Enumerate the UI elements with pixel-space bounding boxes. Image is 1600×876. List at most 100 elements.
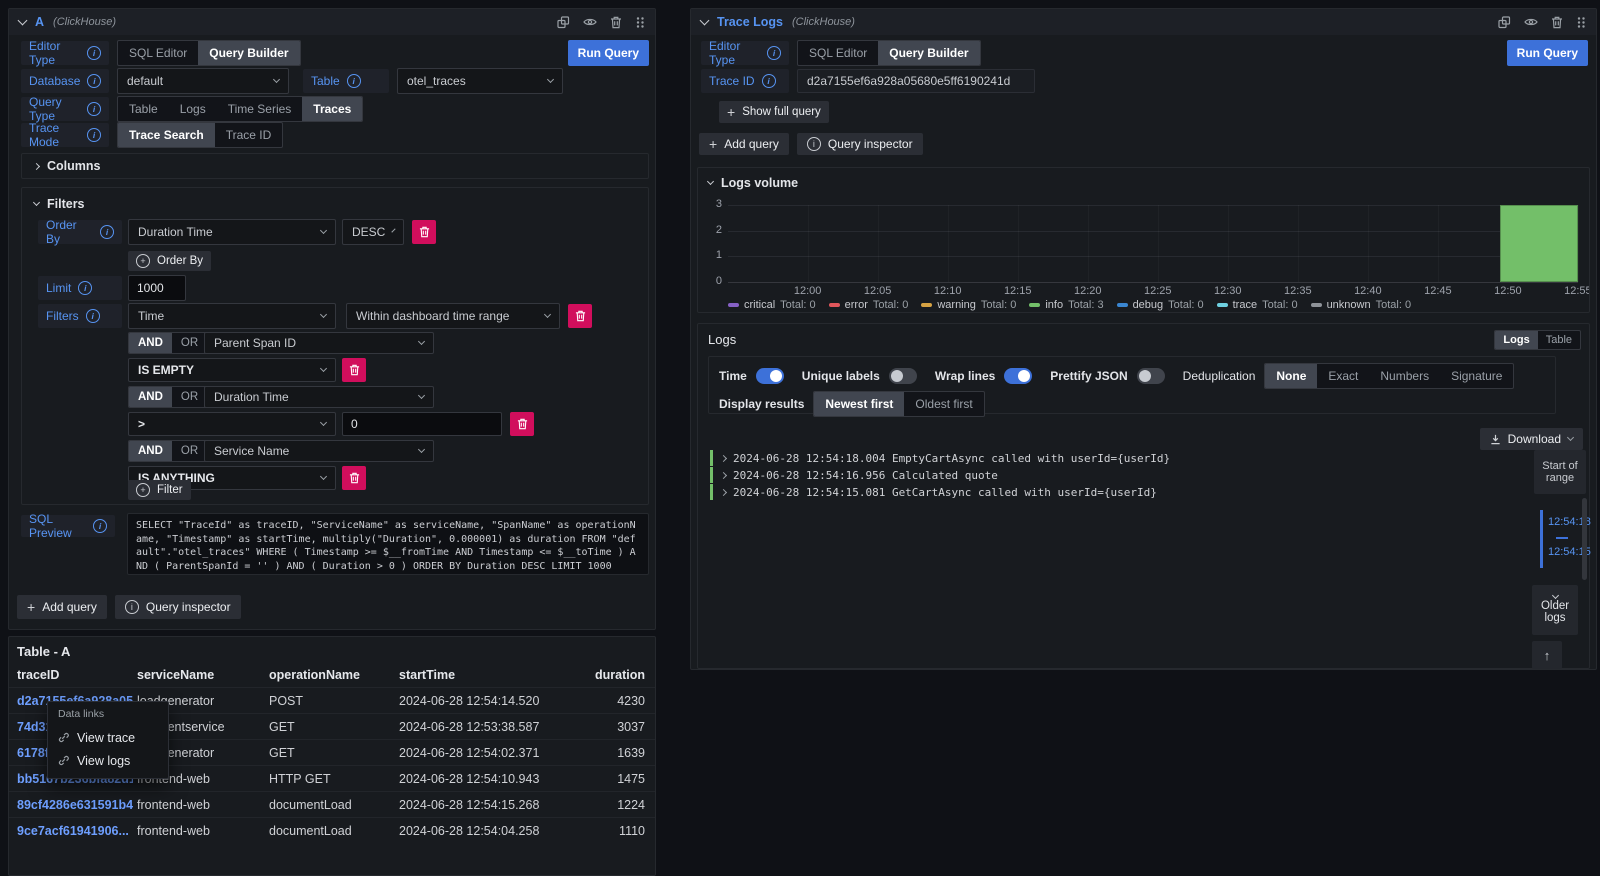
column-header-operationname[interactable]: operationName	[265, 663, 395, 688]
add-order-by-button[interactable]: + Order By	[128, 251, 211, 271]
download-button[interactable]: Download	[1480, 428, 1583, 450]
column-header-traceid[interactable]: traceID	[9, 663, 133, 688]
order-by-direction-select[interactable]: DESC	[342, 219, 404, 245]
add-filter-button[interactable]: + Filter	[128, 480, 191, 500]
collapse-panel-icon[interactable]	[700, 16, 710, 26]
column-header-starttime[interactable]: startTime	[395, 663, 559, 688]
legend-item-trace[interactable]: traceTotal: 0	[1217, 299, 1298, 311]
column-header-servicename[interactable]: serviceName	[133, 663, 265, 688]
eye-icon[interactable]	[1524, 16, 1538, 28]
info-icon[interactable]: i	[87, 74, 101, 88]
table-select[interactable]: otel_traces	[397, 68, 563, 94]
condition-field-select[interactable]: Duration Time	[204, 386, 434, 408]
trace-link[interactable]: 9ce7acf61941906...	[9, 818, 133, 844]
collapse-panel-icon[interactable]	[18, 16, 28, 26]
condition-field-select[interactable]: Parent Span ID	[204, 332, 434, 354]
option-query-builder[interactable]: Query Builder	[198, 41, 299, 65]
drag-handle-icon[interactable]	[1576, 16, 1586, 29]
query-type-toggle[interactable]: TableLogsTime SeriesTraces	[117, 96, 363, 122]
option-and[interactable]: AND	[129, 333, 172, 353]
info-icon[interactable]: i	[100, 225, 114, 239]
logs-volume-toggle[interactable]: Logs volume	[708, 176, 798, 190]
option-or[interactable]: OR	[172, 333, 207, 353]
deduplication-toggle[interactable]: NoneExactNumbersSignature	[1264, 363, 1514, 389]
run-query-button[interactable]: Run Query	[568, 40, 649, 66]
logs-scrollbar[interactable]	[1582, 498, 1587, 580]
option-exact[interactable]: Exact	[1317, 364, 1369, 388]
query-inspector-button[interactable]: i Query inspector	[797, 133, 923, 155]
delete-filter-button[interactable]	[568, 304, 592, 328]
option-logs[interactable]: Logs	[169, 97, 217, 121]
option-sql-editor[interactable]: SQL Editor	[798, 41, 878, 65]
eye-icon[interactable]	[583, 16, 597, 28]
view-logs-link[interactable]: View logs	[58, 749, 158, 772]
option-newest-first[interactable]: Newest first	[814, 392, 904, 416]
option-or[interactable]: OR	[172, 387, 207, 407]
option-trace-id[interactable]: Trace ID	[215, 123, 283, 147]
duplicate-icon[interactable]	[557, 16, 570, 29]
query-inspector-button[interactable]: i Query inspector	[115, 595, 241, 619]
info-icon[interactable]: i	[87, 102, 101, 116]
bar-info[interactable]	[1500, 205, 1578, 282]
condition-value-input[interactable]	[342, 412, 502, 436]
log-entry[interactable]: 2024-06-28 12:54:15.081 GetCartAsync cal…	[710, 484, 1480, 500]
option-signature[interactable]: Signature	[1440, 364, 1513, 388]
editor-type-toggle[interactable]: SQL EditorQuery Builder	[117, 40, 301, 66]
and-or-toggle[interactable]: ANDOR	[128, 386, 208, 408]
limit-input[interactable]	[128, 275, 186, 301]
unique-labels-toggle[interactable]	[889, 368, 917, 384]
delete-order-by-button[interactable]	[412, 220, 436, 244]
view-trace-link[interactable]: View trace	[58, 726, 158, 749]
trace-link[interactable]: 89cf4286e631591b4...	[9, 792, 133, 818]
and-or-toggle[interactable]: ANDOR	[128, 440, 208, 462]
option-or[interactable]: OR	[172, 441, 207, 461]
option-query-builder[interactable]: Query Builder	[878, 41, 979, 65]
trash-icon[interactable]	[610, 16, 622, 29]
condition-field-select[interactable]: Service Name	[204, 440, 434, 462]
prettify-json-toggle[interactable]	[1137, 368, 1165, 384]
database-select[interactable]: default	[117, 68, 289, 94]
option-and[interactable]: AND	[129, 441, 172, 461]
older-logs-button[interactable]: Older logs	[1532, 585, 1578, 635]
option-traces[interactable]: Traces	[302, 97, 362, 121]
trash-icon[interactable]	[1551, 16, 1563, 29]
column-header-duration[interactable]: duration	[559, 663, 655, 688]
option-oldest-first[interactable]: Oldest first	[904, 392, 983, 416]
filters-section-toggle[interactable]: Filters	[34, 197, 85, 211]
add-query-button[interactable]: + Add query	[17, 595, 107, 619]
legend-item-debug[interactable]: debugTotal: 0	[1117, 299, 1204, 311]
delete-condition-button[interactable]	[510, 412, 534, 436]
legend-item-info[interactable]: infoTotal: 3	[1029, 299, 1103, 311]
info-icon[interactable]: i	[767, 46, 781, 60]
log-entry[interactable]: 2024-06-28 12:54:16.956 Calculated quote	[710, 467, 1480, 483]
logs-table-view-toggle[interactable]: LogsTable	[1494, 330, 1581, 350]
and-or-toggle[interactable]: ANDOR	[128, 332, 208, 354]
expand-log-icon[interactable]	[720, 488, 727, 495]
info-icon[interactable]: i	[87, 128, 101, 142]
delete-condition-button[interactable]	[342, 466, 366, 490]
add-query-button[interactable]: + Add query	[699, 133, 789, 155]
option-time-series[interactable]: Time Series	[217, 97, 303, 121]
show-full-query-button[interactable]: + Show full query	[719, 101, 829, 123]
trace-logs-header[interactable]: Trace Logs (ClickHouse)	[691, 9, 1596, 35]
log-entry[interactable]: 2024-06-28 12:54:18.004 EmptyCartAsync c…	[710, 450, 1480, 466]
condition-operator-select[interactable]: IS EMPTY	[128, 358, 336, 382]
option-table[interactable]: Table	[1538, 331, 1580, 349]
expand-log-icon[interactable]	[720, 471, 727, 478]
option-logs[interactable]: Logs	[1495, 331, 1537, 349]
option-and[interactable]: AND	[129, 387, 172, 407]
scroll-to-top-button[interactable]: ↑	[1532, 641, 1562, 669]
trace-mode-toggle[interactable]: Trace SearchTrace ID	[117, 122, 283, 148]
editor-type-toggle[interactable]: SQL EditorQuery Builder	[797, 40, 981, 66]
order-by-field-select[interactable]: Duration Time	[128, 219, 336, 245]
info-icon[interactable]: i	[87, 46, 101, 60]
info-icon[interactable]: i	[762, 74, 776, 88]
filter-field-select[interactable]: Time	[128, 303, 336, 329]
drag-handle-icon[interactable]	[635, 16, 645, 29]
legend-item-unknown[interactable]: unknownTotal: 0	[1311, 299, 1412, 311]
condition-operator-select[interactable]: >	[128, 412, 336, 436]
duplicate-icon[interactable]	[1498, 16, 1511, 29]
legend-item-critical[interactable]: criticalTotal: 0	[728, 299, 816, 311]
info-icon[interactable]: i	[86, 309, 100, 323]
panel-a-header[interactable]: A (ClickHouse)	[9, 9, 655, 35]
